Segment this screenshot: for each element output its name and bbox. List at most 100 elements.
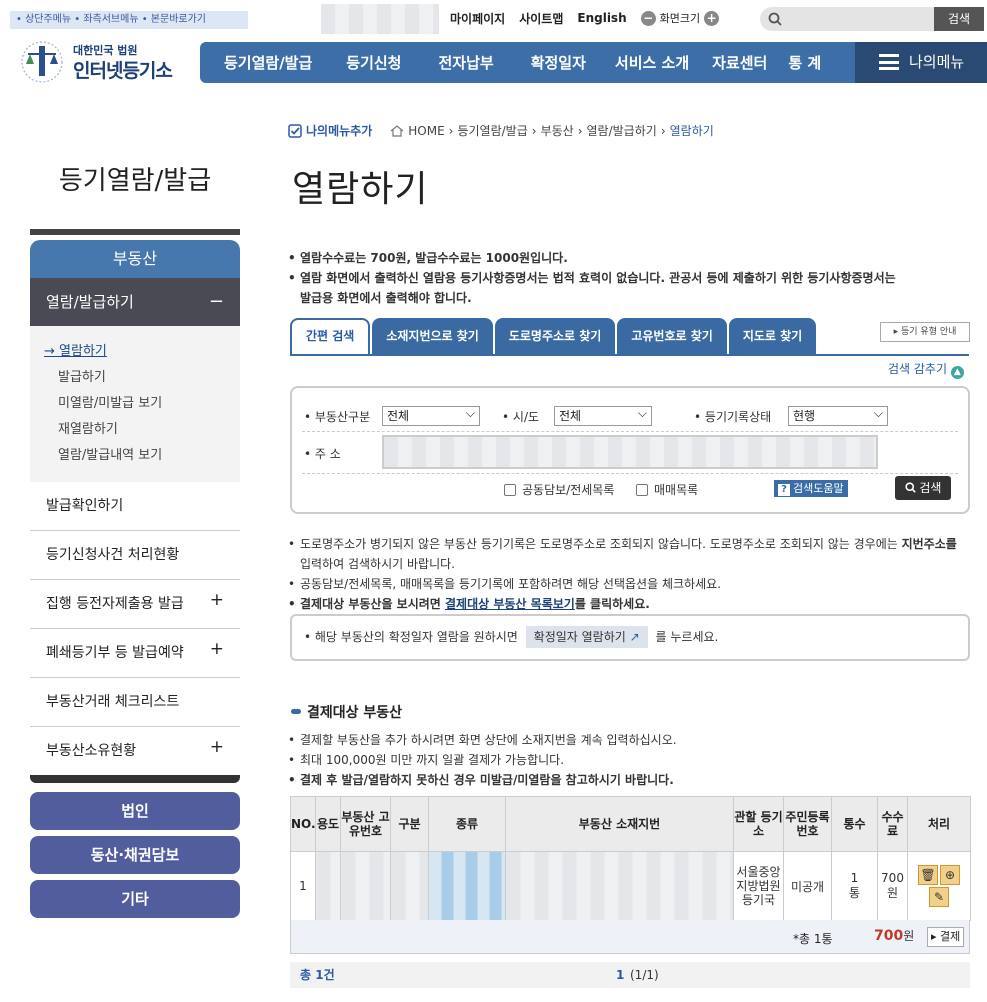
th-office: 관할 등기소	[733, 796, 784, 852]
tab-simple-search[interactable]: 간편 검색	[290, 318, 371, 354]
lnb-pill-corporation[interactable]: 법인	[30, 792, 240, 830]
cell-kind-blurred	[428, 851, 506, 921]
payment-list-link[interactable]: 결제대상 부동산 목록보기	[445, 597, 575, 611]
type-select[interactable]: 전체	[382, 404, 480, 426]
edit-doc-icon[interactable]: ✎	[929, 887, 949, 907]
total-items: 총 1건	[300, 968, 335, 982]
lnb-selected-view-issue[interactable]: 열람/발급하기 −	[30, 278, 240, 326]
gnb-item-e-payment[interactable]: 전자납부	[418, 52, 513, 73]
zoom-in-icon[interactable]: +	[704, 10, 720, 26]
sido-select[interactable]: 전체	[554, 404, 652, 426]
gnb-item-statistics[interactable]: 통 계	[778, 52, 831, 73]
lnb-title: 등기열람/발급	[58, 166, 212, 196]
th-rrn: 주민등록번호	[783, 796, 832, 852]
add-doc-icon[interactable]: ⊕	[940, 865, 960, 885]
note-road-address: 도로명주소가 병기되지 않은 부동산 등기기록은 도로명주소로 조회되지 않습니…	[288, 534, 978, 574]
lnb-item-case-status[interactable]: 등기신청사건 처리현황	[30, 531, 240, 580]
sales-list-checkbox[interactable]: 매매목록	[636, 481, 698, 498]
expand-icon: +	[209, 590, 224, 610]
pay-button[interactable]: ▸ 결제	[927, 927, 965, 947]
lnb-sub-issue[interactable]: 발급하기	[44, 366, 240, 392]
search-icon	[904, 482, 916, 493]
cell-location-blurred	[505, 851, 734, 921]
lnb-sub-review[interactable]: 재열람하기	[44, 418, 240, 444]
search-icon	[768, 12, 782, 26]
note-add: 결제할 부동산을 추가 하시려면 화면 상단에 소재지번을 계속 입력하십시오.	[288, 730, 978, 750]
hide-search-toggle[interactable]: 검색 감추기 ▲	[888, 360, 964, 379]
lnb-sub-view-label: 열람하기	[59, 344, 107, 359]
search-help-button[interactable]: ? 검색도움말	[774, 480, 848, 497]
global-search[interactable]: 검색	[760, 7, 984, 31]
lnb-item-checklist[interactable]: 부동산거래 체크리스트	[30, 678, 240, 727]
page-current[interactable]: 1	[616, 962, 624, 988]
search-submit-button[interactable]: 검색	[895, 476, 951, 500]
global-search-button[interactable]: 검색	[934, 7, 984, 31]
th-purpose: 용도	[315, 796, 341, 852]
blurred-banner	[321, 4, 439, 34]
lnb-item-closed-registry[interactable]: 폐쇄등기부 등 발급예약 +	[30, 629, 240, 678]
note-payment-list: 결제대상 부동산을 보시려면 결제대상 부동산 목록보기를 클릭하세요.	[288, 594, 978, 614]
lnb-sub-view[interactable]: → 열람하기	[44, 340, 240, 366]
cell-rrn: 미공개	[783, 851, 832, 921]
cell-purpose-blurred	[315, 851, 341, 921]
joint-collateral-checkbox[interactable]: 공동담보/전세목록	[504, 481, 614, 498]
english-link[interactable]: English	[577, 11, 626, 25]
th-location: 부동산 소재지번	[505, 796, 734, 852]
lnb-pill-movable[interactable]: 동산·채권담보	[30, 836, 240, 874]
arrow-right-icon: →	[44, 344, 60, 359]
add-my-menu-link[interactable]: 나의메뉴추가	[306, 122, 372, 139]
tab-lot-number[interactable]: 소재지번으로 찾기	[372, 318, 493, 354]
cell-action: 🗑 ⊕ ✎	[907, 851, 971, 921]
breadcrumb-level1[interactable]: 등기열람/발급	[457, 122, 527, 139]
payment-notes: 결제할 부동산을 추가 하시려면 화면 상단에 소재지번을 계속 입력하십시오.…	[288, 730, 978, 790]
th-count: 통수	[831, 796, 878, 852]
sitemap-link[interactable]: 사이트맵	[519, 10, 563, 27]
chevron-right-icon: ›	[577, 123, 583, 138]
gnb-item-fixed-date[interactable]: 확정일자	[514, 52, 603, 73]
cell-unique-no-blurred	[340, 851, 391, 921]
zoom-out-icon[interactable]: −	[640, 10, 656, 26]
gnb-item-registry-view[interactable]: 등기열람/발급	[200, 52, 329, 73]
lnb-head-real-estate[interactable]: 부동산	[30, 240, 240, 278]
tab-map[interactable]: 지도로 찾기	[728, 318, 817, 354]
breadcrumb-level3[interactable]: 열람/발급하기	[587, 122, 657, 139]
th-kind: 종류	[428, 796, 506, 852]
mypage-link[interactable]: 마이페이지	[450, 10, 505, 27]
type-label: • 부동산구분	[304, 410, 371, 424]
tab-unique-number[interactable]: 고유번호로 찾기	[617, 318, 727, 354]
page-range: (1/1)	[630, 968, 659, 982]
sido-label: • 시/도	[502, 410, 540, 424]
page-title: 열람하기	[292, 169, 429, 210]
lnb-item-ownership[interactable]: 부동산소유현황 +	[30, 727, 240, 776]
lnb-pill-etc[interactable]: 기타	[30, 880, 240, 918]
lnb-item-label: 부동산거래 체크리스트	[46, 694, 180, 710]
fixed-date-view-button[interactable]: 확정일자 열람하기 ↗	[525, 626, 648, 648]
lnb-item-execution[interactable]: 집행 등전자제출용 발급 +	[30, 580, 240, 629]
trash-icon[interactable]: 🗑	[918, 865, 938, 885]
note-after-payment: 결제 후 발급/열람하지 못하신 경우 미발급/미열람을 참고하시기 바랍니다.	[288, 770, 978, 790]
chevron-right-icon: ›	[531, 123, 537, 138]
th-division: 구분	[390, 796, 429, 852]
my-menu-button[interactable]: 나의메뉴	[855, 42, 987, 83]
fixed-date-box: • 해당 부동산의 확정일자 열람을 원하시면 확정일자 열람하기 ↗ 를 누르…	[290, 614, 970, 661]
th-no: NO.	[290, 796, 316, 852]
site-logo[interactable]: 대한민국 법원 인터넷등기소	[14, 36, 199, 86]
gnb-item-data-center[interactable]: 자료센터	[701, 52, 778, 73]
breadcrumb-level2[interactable]: 부동산	[541, 122, 574, 139]
status-select[interactable]: 현행	[788, 404, 888, 426]
registry-type-guide-button[interactable]: ▸ 등기 유형 안내	[880, 322, 970, 342]
lnb-sub-history[interactable]: 열람/발급내역 보기	[44, 444, 240, 470]
tab-road-address[interactable]: 도로명주소로 찾기	[494, 318, 616, 354]
gnb-item-registry-apply[interactable]: 등기신청	[329, 52, 418, 73]
address-input[interactable]	[382, 435, 878, 469]
search-tabs: 간편 검색 소재지번으로 찾기 도로명주소로 찾기 고유번호로 찾기 지도로 찾…	[290, 318, 817, 354]
lnb-sub-unviewed[interactable]: 미열람/미발급 보기	[44, 392, 240, 418]
total-amount: 700원	[874, 928, 915, 944]
breadcrumb-home[interactable]: HOME	[408, 124, 444, 138]
lnb-item-issue-check[interactable]: 발급확인하기	[30, 482, 240, 531]
skip-links[interactable]: • 상단주메뉴 • 좌측서브메뉴 • 본문바로가기	[10, 11, 248, 29]
my-menu-label: 나의메뉴	[909, 53, 965, 71]
tab-underline	[290, 354, 969, 356]
gnb-item-service[interactable]: 서비스 소개	[603, 52, 701, 73]
note-options: 공동담보/전세목록, 매매목록을 등기기록에 포함하려면 해당 선택옵션을 체크…	[288, 574, 978, 594]
